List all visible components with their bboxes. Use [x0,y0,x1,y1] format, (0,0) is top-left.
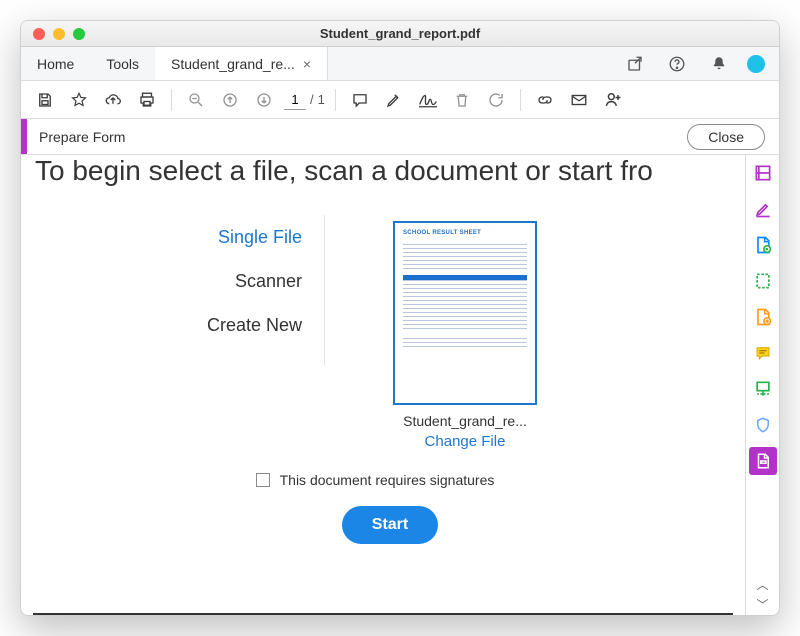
body: To begin select a file, scan a document … [21,155,779,615]
share-box-icon[interactable] [621,50,649,78]
toolbar-separator [335,89,336,111]
tab-document[interactable]: Student_grand_re... × [155,47,328,80]
signature-icon[interactable] [414,86,442,114]
page-separator: / [310,92,314,107]
tab-close-icon[interactable]: × [303,47,311,81]
toolbar: / 1 [21,81,779,119]
window-title: Student_grand_report.pdf [21,26,779,41]
print-icon[interactable] [133,86,161,114]
mail-icon[interactable] [565,86,593,114]
tab-document-label: Student_grand_re... [171,47,295,81]
prepare-heading: To begin select a file, scan a document … [35,155,745,187]
highlighter-icon[interactable] [380,86,408,114]
page-total: 1 [318,92,325,107]
prepare-options: Single File Scanner Create New [165,215,325,365]
page-current-input[interactable] [284,90,306,110]
titlebar: Student_grand_report.pdf [21,21,779,47]
trash-icon[interactable] [448,86,476,114]
organize-icon[interactable] [749,267,777,295]
file-thumbnail[interactable]: SCHOOL RESULT SHEET [393,221,537,405]
fill-sign-icon[interactable] [749,195,777,223]
tab-row: Home Tools Student_grand_re... × [21,47,779,81]
right-rail: ︿ ﹀ [745,155,779,615]
preview-column: SCHOOL RESULT SHEET [365,221,565,450]
protect-icon[interactable] [749,411,777,439]
thumbnail-filename: Student_grand_re... [403,413,527,429]
option-scanner[interactable]: Scanner [165,259,302,303]
save-icon[interactable] [31,86,59,114]
toolbar-separator [171,89,172,111]
tab-tools[interactable]: Tools [90,47,155,80]
window-controls [21,28,85,40]
minimize-window-icon[interactable] [53,28,65,40]
add-page-icon[interactable] [749,303,777,331]
page-indicator: / 1 [284,90,325,110]
close-button[interactable]: Close [687,124,765,150]
arrow-up-icon[interactable] [216,86,244,114]
help-icon[interactable] [663,50,691,78]
avatar-icon[interactable] [747,55,765,73]
option-single-file[interactable]: Single File [165,215,302,259]
thumbnail-grid [403,241,527,347]
close-window-icon[interactable] [33,28,45,40]
context-label: Prepare Form [27,129,125,145]
arrow-down-icon[interactable] [250,86,278,114]
zoom-window-icon[interactable] [73,28,85,40]
chevron-down-icon[interactable]: ﹀ [756,599,768,611]
bell-icon[interactable] [705,50,733,78]
toolbar-separator [520,89,521,111]
chevron-up-icon[interactable]: ︿ [756,579,768,591]
context-bar: Prepare Form Close [21,119,779,155]
star-icon[interactable] [65,86,93,114]
change-file-link[interactable]: Change File [425,433,506,450]
note-icon[interactable] [749,339,777,367]
option-create-new[interactable]: Create New [165,303,302,347]
prepare-form-icon[interactable] [749,447,777,475]
signatures-label: This document requires signatures [280,472,495,488]
tab-home[interactable]: Home [21,47,90,80]
edit-pdf-icon[interactable] [749,159,777,187]
start-button[interactable]: Start [342,506,438,544]
rotate-icon[interactable] [482,86,510,114]
comment-icon[interactable] [346,86,374,114]
cloud-upload-icon[interactable] [99,86,127,114]
zoom-out-icon[interactable] [182,86,210,114]
export-icon[interactable] [749,231,777,259]
link-icon[interactable] [531,86,559,114]
scrollbar-horizontal[interactable] [33,613,733,615]
window: Student_grand_report.pdf Home Tools Stud… [20,20,780,616]
main-pane: To begin select a file, scan a document … [21,155,745,615]
account-icon[interactable] [599,86,627,114]
thumbnail-title: SCHOOL RESULT SHEET [403,231,527,235]
signatures-checkbox[interactable] [256,473,270,487]
scan-icon[interactable] [749,375,777,403]
signatures-checkbox-row[interactable]: This document requires signatures [35,472,745,488]
tabrow-right [621,47,779,80]
